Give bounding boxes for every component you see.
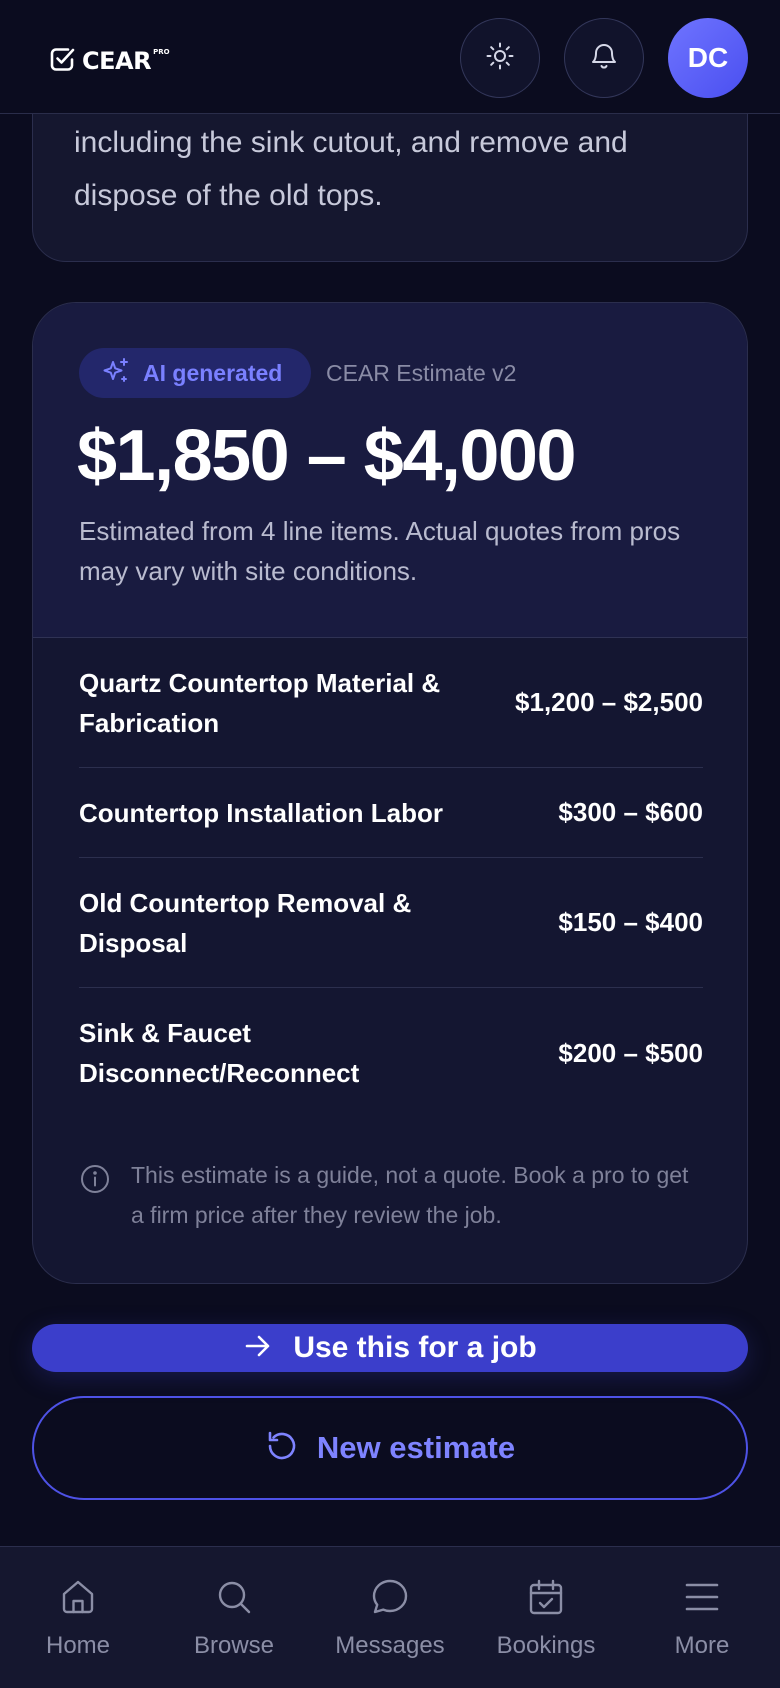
nav-label: Home: [45, 1632, 111, 1659]
nav-label: More: [674, 1632, 730, 1659]
home-icon: [58, 1577, 98, 1622]
ai-generated-label: AI generated: [143, 359, 283, 386]
sparkles-icon: [101, 356, 131, 391]
logo-pro-badge: PRO: [153, 48, 170, 56]
search-icon: [214, 1577, 254, 1622]
arrow-right-icon: [243, 1331, 273, 1366]
line-item-name: Old Countertop Removal & Disposal: [79, 887, 412, 958]
checkbox-logo-icon: [48, 45, 76, 78]
logo[interactable]: CEAR PRO: [48, 44, 174, 78]
info-icon: [79, 1155, 111, 1235]
menu-icon: [682, 1577, 722, 1622]
logo-text: CEAR: [82, 47, 152, 75]
estimate-disclaimer: This estimate is a guide, not a quote. B…: [79, 1155, 699, 1235]
estimate-summary: AI generated CEAR Estimate v2 $1,850 – $…: [33, 303, 747, 638]
nav-label: Messages: [335, 1632, 445, 1659]
new-estimate-label: New estimate: [316, 1430, 516, 1465]
use-for-job-label: Use this for a job: [293, 1331, 537, 1364]
job-description-text: including the sink cutout, and remove an…: [74, 126, 628, 212]
new-estimate-button[interactable]: New estimate: [32, 1396, 748, 1500]
line-item: Quartz Countertop Material & Fabrication…: [79, 638, 703, 768]
estimate-version: CEAR Estimate v2: [326, 360, 517, 386]
nav-item-bookings[interactable]: Bookings: [468, 1547, 624, 1688]
sun-icon: [484, 40, 516, 77]
nav-item-browse[interactable]: Browse: [156, 1547, 312, 1688]
theme-toggle-button[interactable]: [460, 18, 540, 98]
line-item-price: $1,200 – $2,500: [515, 687, 703, 717]
bell-icon: [588, 40, 620, 77]
refresh-icon: [265, 1429, 299, 1468]
line-item: Old Countertop Removal & Disposal $150 –…: [79, 858, 703, 988]
line-item-name: Sink & Faucet Disconnect/Reconnect: [79, 1018, 360, 1088]
line-item-price: $150 – $400: [558, 907, 703, 937]
nav-item-messages[interactable]: Messages: [312, 1547, 468, 1688]
line-items-list: Quartz Countertop Material & Fabrication…: [79, 638, 703, 1118]
line-item-name: Countertop Installation Labor: [79, 797, 443, 828]
avatar[interactable]: DC: [668, 18, 748, 98]
use-for-job-button[interactable]: Use this for a job: [32, 1324, 748, 1372]
line-item: Countertop Installation Labor $300 – $60…: [79, 768, 703, 858]
line-item-price: $200 – $500: [558, 1037, 703, 1068]
line-item-price: $300 – $600: [558, 797, 703, 827]
bottom-nav: Home Browse Messages Bookings More: [0, 1546, 780, 1688]
nav-item-more[interactable]: More: [624, 1547, 780, 1688]
calendar-check-icon: [526, 1577, 566, 1622]
chat-bubble-icon: [370, 1577, 410, 1622]
disclaimer-text: This estimate is a guide, not a quote. B…: [131, 1162, 689, 1228]
app-header: CEAR PRO DC: [0, 0, 780, 114]
nav-item-home[interactable]: Home: [0, 1547, 156, 1688]
line-item: Sink & Faucet Disconnect/Reconnect $200 …: [79, 988, 703, 1118]
estimate-note: Estimated from 4 line items. Actual quot…: [79, 516, 681, 586]
estimate-card: AI generated CEAR Estimate v2 $1,850 – $…: [32, 302, 748, 1284]
nav-label: Browse: [193, 1632, 275, 1659]
price-range: $1,850 – $4,000: [77, 416, 577, 496]
notifications-button[interactable]: [564, 18, 644, 98]
nav-label: Bookings: [496, 1632, 596, 1659]
line-item-name: Quartz Countertop Material & Fabrication: [79, 667, 441, 738]
ai-generated-badge: AI generated: [79, 348, 311, 398]
